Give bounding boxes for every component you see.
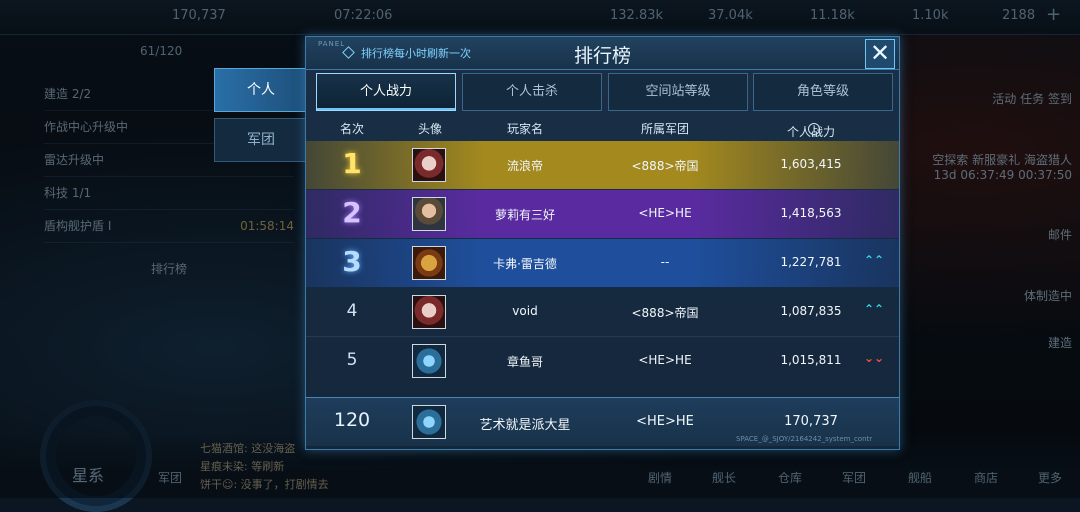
col-avatar: 头像: [417, 122, 443, 136]
my-legion: <HE>HE: [636, 414, 694, 429]
rank-badge-purple: 2: [342, 196, 362, 229]
ranking-list[interactable]: 1 流浪帝 <888>帝国 1,603,415 2 萝莉有三好 <HE>HE 1…: [306, 141, 899, 385]
side-tab-legion[interactable]: 军团: [214, 118, 308, 162]
power-value: 1,087,835: [780, 304, 842, 318]
panel-header: PANEL 排行榜每小时刷新一次 排行榜 ✕: [306, 37, 899, 70]
player-name: 萝莉有三好: [494, 208, 556, 222]
table-row[interactable]: 5 章鱼哥 <HE>HE 1,015,811 ⌄⌄: [306, 337, 899, 385]
my-rank: 120: [333, 409, 371, 431]
avatar[interactable]: [412, 197, 446, 231]
legion-name: <888>帝国: [631, 306, 699, 320]
table-row[interactable]: 3 卡弗·雷吉德 -- 1,227,781 ⌃⌃: [306, 239, 899, 287]
power-value: 1,603,415: [780, 157, 842, 171]
tab-station-level[interactable]: 空间站等级: [608, 73, 748, 111]
tab-personal-kills[interactable]: 个人击杀: [462, 73, 602, 111]
player-name: 流浪帝: [506, 159, 544, 173]
side-tab-personal[interactable]: 个人: [214, 68, 308, 112]
avatar[interactable]: [412, 344, 446, 378]
power-value: 1,015,811: [780, 353, 842, 367]
avatar[interactable]: [412, 295, 446, 329]
table-row[interactable]: 4 void <888>帝国 1,087,835 ⌃⌃: [306, 288, 899, 337]
legion-name: --: [660, 255, 670, 269]
player-name: 卡弗·雷吉德: [493, 257, 557, 271]
rank-number: 4: [346, 301, 358, 321]
my-player-name: 艺术就是派大星: [479, 418, 571, 433]
ranking-tabs: 个人战力 个人击杀 空间站等级 角色等级: [316, 73, 893, 111]
watermark: SPACE_@_SJOY/2164242_system_contr: [736, 435, 873, 443]
col-legion: 所属军团: [640, 122, 690, 136]
my-power: 170,737: [784, 414, 838, 429]
avatar[interactable]: [412, 148, 446, 182]
my-avatar[interactable]: [412, 405, 446, 439]
ranking-panel: PANEL 排行榜每小时刷新一次 排行榜 ✕ 个人战力 个人击杀 空间站等级 角…: [305, 36, 900, 450]
table-header: 名次 头像 玩家名 所属军团 个人战力 i: [306, 117, 899, 139]
rank-badge-blue: 3: [342, 245, 362, 278]
legion-name: <HE>HE: [638, 206, 692, 220]
table-row[interactable]: 1 流浪帝 <888>帝国 1,603,415: [306, 141, 899, 189]
power-value: 1,227,781: [780, 255, 842, 269]
close-button[interactable]: ✕: [865, 39, 895, 69]
tab-personal-power[interactable]: 个人战力: [316, 73, 456, 111]
player-name: void: [512, 304, 538, 318]
player-name: 章鱼哥: [506, 355, 544, 369]
trend-up-icon: ⌃⌃: [864, 253, 885, 267]
tab-role-level[interactable]: 角色等级: [753, 73, 893, 111]
col-rank: 名次: [339, 122, 365, 136]
rank-number: 5: [346, 350, 358, 370]
panel-title: 排行榜: [573, 45, 631, 67]
trend-up-icon: ⌃⌃: [864, 302, 885, 316]
avatar[interactable]: [412, 246, 446, 280]
rank-badge-gold: 1: [342, 147, 362, 180]
legion-name: <888>帝国: [631, 159, 699, 173]
legion-name: <HE>HE: [638, 353, 692, 367]
info-icon[interactable]: i: [808, 123, 820, 135]
col-player: 玩家名: [506, 122, 544, 136]
table-row[interactable]: 2 萝莉有三好 <HE>HE 1,418,563: [306, 190, 899, 238]
trend-down-icon: ⌄⌄: [864, 351, 885, 365]
power-value: 1,418,563: [780, 206, 842, 220]
